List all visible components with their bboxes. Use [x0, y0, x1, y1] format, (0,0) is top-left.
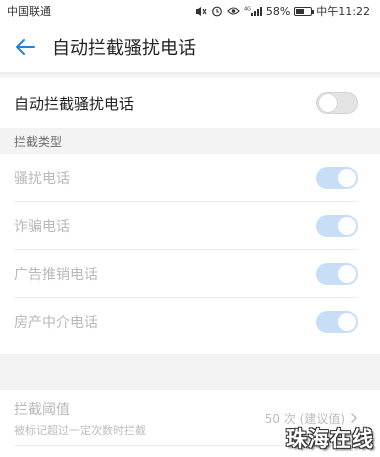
list-item: 骚扰电话	[0, 154, 380, 202]
section-gap	[0, 354, 380, 390]
auto-block-label: 自动拦截骚扰电话	[14, 94, 135, 113]
battery-fill	[296, 8, 305, 14]
list-item: 房产中介电话	[0, 298, 380, 346]
mute-icon	[195, 6, 207, 17]
clock: 中午11:22	[316, 5, 370, 18]
eye-icon	[227, 6, 240, 16]
intercept-type-label: 诈骗电话	[14, 219, 70, 235]
watermark: 珠海在线	[286, 427, 374, 451]
toggle-knob	[338, 217, 356, 235]
threshold-subtitle: 被标记超过一定次数时拦截	[14, 423, 146, 437]
list-item: 诈骗电话	[0, 202, 380, 250]
battery-icon	[294, 6, 315, 16]
toggle-knob	[338, 313, 356, 331]
signal-icon: 4G	[244, 6, 262, 17]
harassment-toggle[interactable]	[316, 167, 358, 189]
battery-percent: 58%	[265, 4, 291, 18]
intercept-type-label: 广告推销电话	[14, 267, 98, 283]
auto-block-row[interactable]: 自动拦截骚扰电话	[0, 78, 380, 128]
section-header-intercept-types: 拦截类型	[0, 128, 380, 154]
threshold-title: 拦截阈值	[14, 401, 70, 418]
fraud-toggle[interactable]	[316, 215, 358, 237]
status-bar: 中国联通 4G 58% 中午11:22	[0, 0, 380, 22]
real-estate-toggle[interactable]	[316, 311, 358, 333]
alarm-icon	[211, 5, 223, 17]
auto-block-toggle[interactable]	[316, 92, 358, 114]
threshold-text: 拦截阈值 被标记超过一定次数时拦截	[14, 399, 146, 438]
back-button[interactable]	[10, 32, 40, 62]
carrier-label: 中国联通	[7, 5, 51, 18]
advertising-toggle[interactable]	[316, 263, 358, 285]
intercept-type-label: 骚扰电话	[14, 171, 70, 187]
intercept-type-list: 骚扰电话 诈骗电话 广告推销电话 房产中介电话	[0, 154, 380, 346]
svg-text:4G: 4G	[244, 6, 251, 12]
page-title: 自动拦截骚扰电话	[52, 38, 196, 59]
arrow-left-icon	[16, 39, 35, 55]
intercept-type-label: 房产中介电话	[14, 315, 98, 331]
status-icons: 4G 58% 中午11:22	[195, 3, 370, 19]
toggle-knob	[319, 94, 337, 112]
toggle-knob	[338, 169, 356, 187]
list-item: 广告推销电话	[0, 250, 380, 298]
toggle-knob	[338, 265, 356, 283]
title-bar: 自动拦截骚扰电话	[0, 22, 380, 72]
